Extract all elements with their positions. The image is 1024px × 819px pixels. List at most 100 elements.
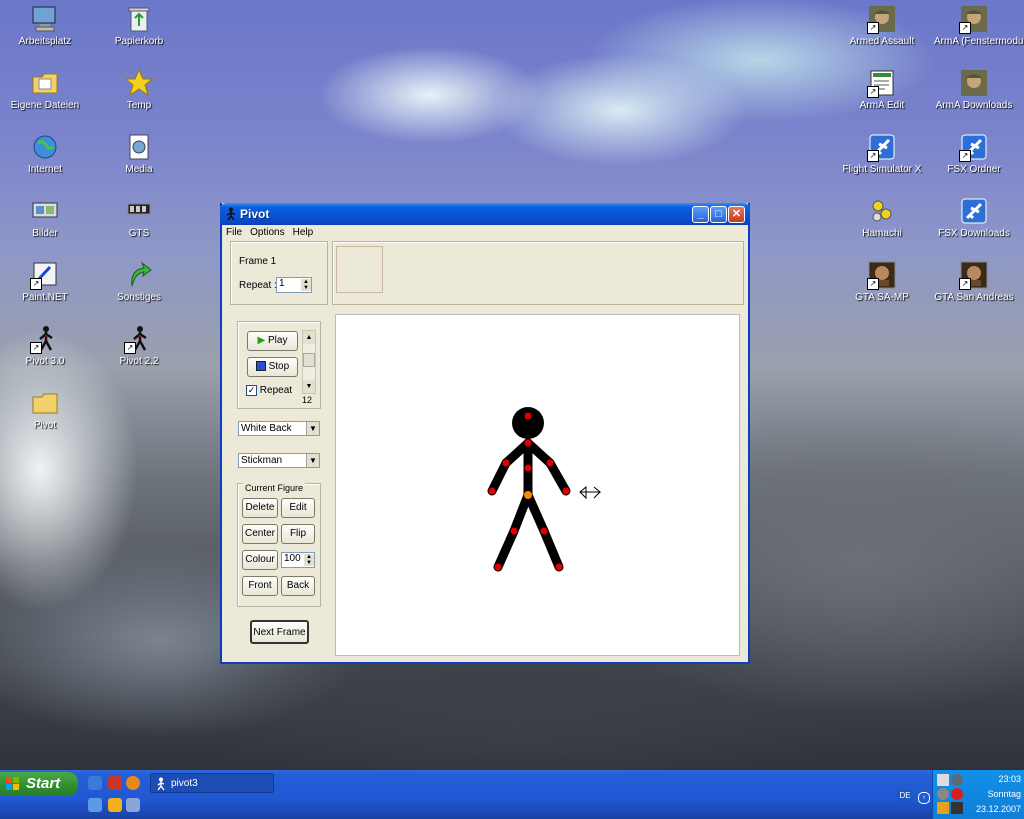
desktop-icon-hamachi[interactable]: Hamachi bbox=[842, 196, 922, 239]
desktop-icon-fsx-downloads[interactable]: FSX Downloads bbox=[934, 196, 1014, 239]
desktop-icon-arma-fenstermodus[interactable]: ↗ ArmA (Fenstermodus) bbox=[934, 4, 1024, 47]
front-button[interactable]: Front bbox=[242, 576, 278, 596]
desktop-icon-flight-simulator[interactable]: ↗ Flight Simulator X bbox=[842, 132, 922, 175]
desktop-icon-armed-assault[interactable]: ↗ Armed Assault bbox=[842, 4, 922, 47]
colour-spinner[interactable]: 100 ▲ ▼ bbox=[281, 552, 315, 568]
desktop-icon-bilder[interactable]: Bilder bbox=[5, 196, 85, 239]
desktop-icon-fsx-ordner[interactable]: ↗ FSX Ordner bbox=[934, 132, 1014, 175]
joint-handle[interactable] bbox=[524, 412, 532, 420]
colour-value: 100 bbox=[284, 553, 301, 564]
speed-slider-thumb[interactable] bbox=[303, 353, 315, 367]
window-titlebar[interactable]: Pivot _ □ ✕ bbox=[220, 203, 750, 225]
quicklaunch-desktop-icon[interactable] bbox=[88, 776, 102, 790]
desktop-icon-temp[interactable]: Temp bbox=[99, 68, 179, 111]
desktop-icon-pivot-3[interactable]: ↗ Pivot 3.0 bbox=[5, 324, 85, 367]
next-frame-button[interactable]: Next Frame bbox=[250, 620, 309, 644]
stickman-figure[interactable] bbox=[336, 315, 739, 655]
spinner-down-icon[interactable]: ▼ bbox=[304, 560, 314, 566]
desktop-icon-internet[interactable]: Internet bbox=[5, 132, 85, 175]
chevron-down-icon[interactable]: ▼ bbox=[306, 454, 319, 467]
edit-button[interactable]: Edit bbox=[281, 498, 315, 518]
quicklaunch-explorer-icon[interactable] bbox=[126, 798, 140, 812]
maximize-button[interactable]: □ bbox=[710, 206, 727, 223]
joint-handle[interactable] bbox=[488, 487, 496, 495]
animation-canvas[interactable] bbox=[335, 314, 740, 656]
joint-handle[interactable] bbox=[524, 439, 532, 447]
joint-handle[interactable] bbox=[494, 563, 502, 571]
joint-handle[interactable] bbox=[540, 527, 548, 535]
menu-help[interactable]: Help bbox=[289, 225, 318, 240]
desktop-icon-arma-downloads[interactable]: ArmA Downloads bbox=[934, 68, 1014, 111]
taskbar-button-pivot3[interactable]: pivot3 bbox=[150, 773, 274, 793]
language-indicator[interactable]: DE bbox=[897, 790, 913, 802]
tray-network-icon[interactable] bbox=[951, 802, 963, 814]
desktop-icon-gta-san-andreas[interactable]: ↗ GTA San Andreas bbox=[934, 260, 1014, 303]
frame-thumbnail[interactable] bbox=[336, 246, 383, 293]
menu-options[interactable]: Options bbox=[246, 225, 288, 240]
shortcut-arrow-icon: ↗ bbox=[867, 86, 879, 98]
back-button[interactable]: Back bbox=[281, 576, 315, 596]
soldier-icon: ↗ bbox=[867, 4, 897, 34]
center-joint-handle[interactable] bbox=[524, 491, 532, 499]
desktop-icon-sonstiges[interactable]: Sonstiges bbox=[99, 260, 179, 303]
background-select[interactable]: White Back ▼ bbox=[238, 421, 320, 436]
clock-time[interactable]: 23:03 bbox=[998, 774, 1021, 784]
start-button[interactable]: Start bbox=[0, 772, 78, 796]
desktop-icon-label: Eigene Dateien bbox=[10, 100, 80, 111]
gts-icon bbox=[124, 196, 154, 226]
desktop-icon-media[interactable]: Media bbox=[99, 132, 179, 175]
tray-settings-icon[interactable] bbox=[951, 774, 963, 786]
tray-hamachi-icon[interactable] bbox=[937, 802, 949, 814]
joint-handle[interactable] bbox=[524, 464, 532, 472]
taskbar-button-label: pivot3 bbox=[171, 778, 198, 789]
desktop-icon-gta-sa-mp[interactable]: ↗ GTA SA-MP bbox=[842, 260, 922, 303]
quicklaunch-firefox-icon[interactable] bbox=[126, 776, 140, 790]
play-button[interactable]: ▶ Play bbox=[247, 331, 298, 351]
scroll-up-icon[interactable]: ▲ bbox=[303, 331, 315, 344]
quicklaunch-hamachi-icon[interactable] bbox=[108, 798, 122, 812]
soldier-icon bbox=[959, 68, 989, 98]
desktop-icon-arbeitsplatz[interactable]: Arbeitsplatz bbox=[5, 4, 85, 47]
desktop-icon-paint-net[interactable]: ↗ Paint.NET bbox=[5, 260, 85, 303]
delete-button[interactable]: Delete bbox=[242, 498, 278, 518]
star-icon bbox=[124, 68, 154, 98]
desktop-icon-pivot-2[interactable]: ↗ Pivot 2.2 bbox=[99, 324, 179, 367]
tray-monitor-icon[interactable] bbox=[937, 774, 949, 786]
joint-handle[interactable] bbox=[546, 459, 554, 467]
repeat-label: Repeat : bbox=[239, 280, 277, 291]
speed-scrollbar[interactable]: ▲ ▼ bbox=[302, 330, 316, 394]
desktop-icon-pivot-folder[interactable]: Pivot bbox=[5, 388, 85, 431]
shortcut-arrow-icon: ↗ bbox=[30, 278, 42, 290]
desktop-icon-papierkorb[interactable]: Papierkorb bbox=[99, 4, 179, 47]
minimize-button[interactable]: _ bbox=[692, 206, 709, 223]
joint-handle[interactable] bbox=[562, 487, 570, 495]
background-select-value: White Back bbox=[241, 423, 292, 434]
repeat-spinner[interactable]: 1 ▲ ▼ bbox=[276, 277, 312, 293]
desktop-icon-arma-edit[interactable]: ↗ ArmA Edit bbox=[842, 68, 922, 111]
show-hidden-icons-icon[interactable]: ‹ bbox=[918, 792, 930, 804]
chevron-down-icon[interactable]: ▼ bbox=[306, 422, 319, 435]
colour-button[interactable]: Colour bbox=[242, 550, 278, 570]
shortcut-arrow-icon: ↗ bbox=[124, 342, 136, 354]
stop-button[interactable]: Stop bbox=[247, 357, 298, 377]
repeat-checkbox[interactable]: ✓ Repeat bbox=[246, 385, 292, 396]
spinner-down-icon[interactable]: ▼ bbox=[301, 285, 311, 291]
quicklaunch-media-icon[interactable] bbox=[108, 776, 122, 790]
figure-select[interactable]: Stickman ▼ bbox=[238, 453, 320, 468]
desktop-icon-gts[interactable]: GTS bbox=[99, 196, 179, 239]
desktop-icon-label: Temp bbox=[126, 100, 152, 111]
flip-button[interactable]: Flip bbox=[281, 524, 315, 544]
close-icon: ✕ bbox=[731, 208, 742, 220]
tray-antivirus-icon[interactable] bbox=[951, 788, 963, 800]
hamachi-icon bbox=[867, 196, 897, 226]
center-button[interactable]: Center bbox=[242, 524, 278, 544]
menu-file[interactable]: File bbox=[222, 225, 246, 240]
joint-handle[interactable] bbox=[555, 563, 563, 571]
close-button[interactable]: ✕ bbox=[728, 206, 745, 223]
tray-gear-icon[interactable] bbox=[937, 788, 949, 800]
scroll-down-icon[interactable]: ▼ bbox=[303, 380, 315, 393]
desktop-icon-eigene-dateien[interactable]: Eigene Dateien bbox=[5, 68, 85, 111]
joint-handle[interactable] bbox=[502, 459, 510, 467]
joint-handle[interactable] bbox=[510, 527, 518, 535]
quicklaunch-ie-icon[interactable] bbox=[88, 798, 102, 812]
